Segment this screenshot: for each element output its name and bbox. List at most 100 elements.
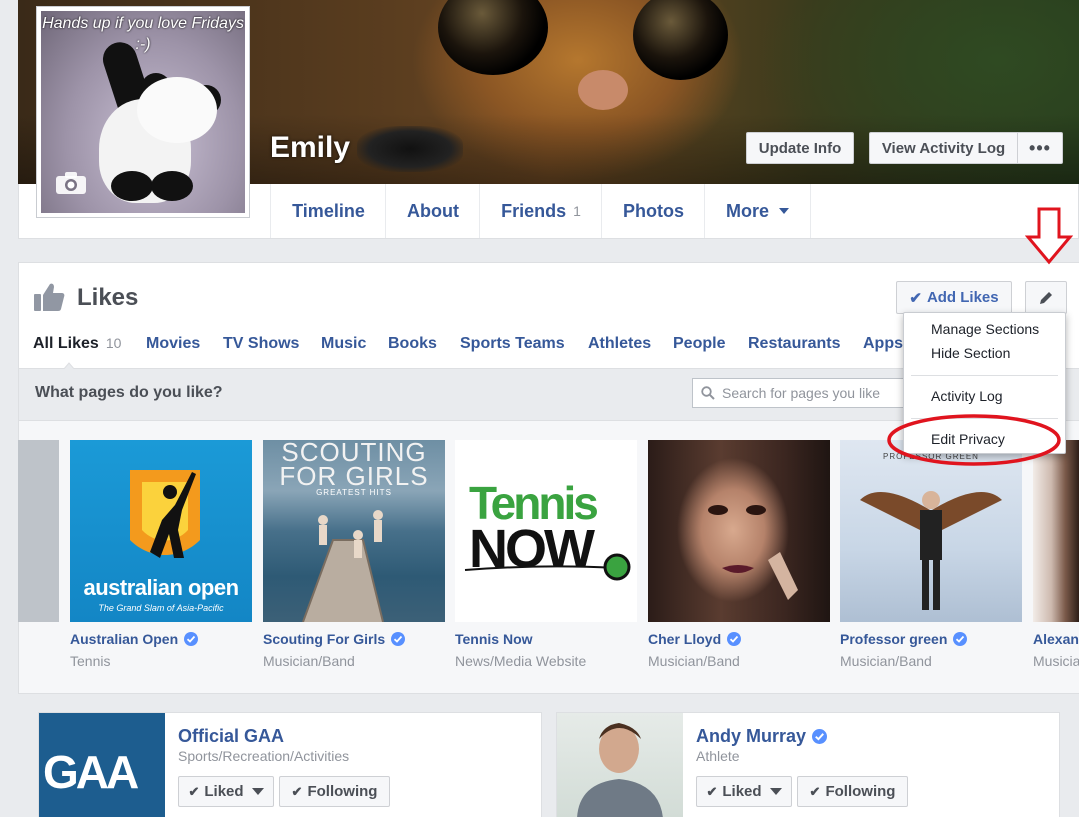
liked-button[interactable]: ✔ Liked xyxy=(696,776,792,807)
all-likes-count: 10 xyxy=(105,335,122,351)
menu-item-hide-section[interactable]: Hide Section xyxy=(904,343,1065,367)
tab-label: About xyxy=(407,200,459,221)
following-button[interactable]: ✔ Following xyxy=(279,776,390,807)
page-name-text: Australian Open xyxy=(70,631,179,647)
page-card-image[interactable]: GAA xyxy=(39,713,165,817)
page-card-name[interactable]: Andy Murray xyxy=(696,726,828,747)
page-name-text: Scouting For Girls xyxy=(263,631,386,647)
profile-picture-caption: Hands up if you love Fridays :-) xyxy=(42,15,244,53)
search-pages-input[interactable]: Search for pages you like xyxy=(692,378,912,408)
friends-count: 1 xyxy=(573,203,581,219)
likes-tab-people[interactable]: People xyxy=(673,335,725,353)
liked-page-card[interactable]: Cher Lloyd Musician/Band xyxy=(648,440,830,669)
tab-friends[interactable]: Friends 1 xyxy=(479,184,602,238)
likes-tab-books[interactable]: Books xyxy=(388,335,437,353)
liked-page-name[interactable]: Australian Open xyxy=(70,631,252,647)
menu-item-manage-sections[interactable]: Manage Sections xyxy=(904,319,1065,343)
liked-page-card[interactable]: SCOUTING FOR GIRLS GREATEST HITS Scoutin… xyxy=(263,440,445,669)
liked-page-image[interactable] xyxy=(648,440,830,622)
likes-tab-movies[interactable]: Movies xyxy=(146,335,200,353)
liked-page-image[interactable]: PROFESSOR GREEN xyxy=(840,440,1022,622)
camera-icon[interactable] xyxy=(55,171,87,195)
page-card-category: Athlete xyxy=(696,748,740,764)
portrait-photo-icon xyxy=(708,505,798,600)
following-label: Following xyxy=(307,783,378,800)
tab-timeline[interactable]: Timeline xyxy=(270,184,386,238)
page-card-official-gaa: GAA Official GAA Sports/Recreation/Activ… xyxy=(38,712,542,817)
liked-page-card[interactable]: Alexan Musicia xyxy=(1033,440,1079,669)
profile-name[interactable]: Emily xyxy=(270,131,350,165)
likes-tab-music[interactable]: Music xyxy=(321,335,366,353)
page-name-text: Professor green xyxy=(840,631,948,647)
search-placeholder: Search for pages you like xyxy=(722,385,880,401)
tab-label: All Likes xyxy=(33,335,99,352)
add-likes-button[interactable]: ✔ Add Likes xyxy=(896,281,1012,314)
tab-label: Photos xyxy=(623,200,684,221)
liked-button[interactable]: ✔ Liked xyxy=(178,776,274,807)
check-icon: ✔ xyxy=(291,783,303,799)
liked-page-name[interactable]: Scouting For Girls xyxy=(263,631,445,647)
more-options-button[interactable]: ••• xyxy=(1017,132,1063,164)
likes-tab-all-likes[interactable]: All Likes 10 xyxy=(33,335,121,353)
cover-cat-nose xyxy=(578,70,628,110)
verified-badge-icon xyxy=(812,729,828,744)
likes-tab-athletes[interactable]: Athletes xyxy=(588,335,651,353)
update-info-button[interactable]: Update Info xyxy=(746,132,854,164)
cover-cat-eye-left xyxy=(438,0,548,75)
liked-page-image[interactable]: SCOUTING FOR GIRLS GREATEST HITS xyxy=(263,440,445,622)
panda-head xyxy=(137,77,217,143)
tab-about[interactable]: About xyxy=(385,184,480,238)
likes-tab-restaurants[interactable]: Restaurants xyxy=(748,335,840,353)
following-button[interactable]: ✔ Following xyxy=(797,776,908,807)
edit-section-button[interactable] xyxy=(1025,281,1067,314)
panda-leg xyxy=(111,171,153,201)
liked-label: Liked xyxy=(204,783,244,800)
liked-page-name[interactable]: Professor green xyxy=(840,631,1022,647)
liked-page-category: News/Media Website xyxy=(455,653,587,669)
page-card-image[interactable] xyxy=(557,713,683,817)
liked-page-name[interactable]: Alexan xyxy=(1033,631,1079,647)
likes-tab-sports-teams[interactable]: Sports Teams xyxy=(460,335,565,353)
art-title: australian open xyxy=(83,575,239,600)
chevron-down-icon xyxy=(779,208,789,214)
page-card-andy-murray: Andy Murray Athlete ✔ Liked ✔ Following xyxy=(556,712,1060,817)
page-name-text: Andy Murray xyxy=(696,726,807,746)
liked-page-image[interactable]: australian open The Grand Slam of Asia-P… xyxy=(70,440,252,622)
chevron-down-icon xyxy=(769,788,782,795)
profile-picture[interactable]: Hands up if you love Fridays :-) xyxy=(36,6,250,218)
liked-page-card[interactable]: Tennis NOW Tennis Now News/Media Website xyxy=(455,440,637,669)
liked-page-image[interactable] xyxy=(1033,440,1079,622)
previous-card-edge xyxy=(18,440,59,622)
liked-page-card[interactable]: PROFESSOR GREEN Professor green Musician… xyxy=(840,440,1022,669)
liked-page-name[interactable]: Cher Lloyd xyxy=(648,631,830,647)
page-card-name[interactable]: Official GAA xyxy=(178,726,284,747)
gaa-logo: GAA xyxy=(43,746,139,798)
tab-more[interactable]: More xyxy=(704,184,811,238)
pier-photo-icon xyxy=(302,510,384,622)
tab-photos[interactable]: Photos xyxy=(601,184,705,238)
red-circle-annotation xyxy=(887,414,1061,466)
tab-label: More xyxy=(725,200,769,221)
art-subtitle: GREATEST HITS xyxy=(316,488,392,497)
view-activity-log-button[interactable]: View Activity Log xyxy=(869,132,1018,164)
check-icon: ✔ xyxy=(188,783,200,799)
profile-picture-image: Hands up if you love Fridays :-) xyxy=(41,11,245,213)
verified-badge-icon xyxy=(727,632,742,646)
likes-tab-tv-shows[interactable]: TV Shows xyxy=(223,335,299,353)
art-title: SCOUTING FOR GIRLS xyxy=(279,440,429,491)
australian-open-logo-icon xyxy=(130,470,200,558)
verified-badge-icon xyxy=(184,632,199,646)
menu-divider xyxy=(911,375,1058,376)
verified-badge-icon xyxy=(391,632,406,646)
menu-item-activity-log[interactable]: Activity Log xyxy=(904,386,1065,410)
liked-page-card[interactable]: australian open The Grand Slam of Asia-P… xyxy=(70,440,252,669)
red-arrow-annotation-icon xyxy=(1025,207,1073,265)
liked-page-category: Musicia xyxy=(1033,653,1079,669)
liked-page-category: Musician/Band xyxy=(648,653,740,669)
chevron-down-icon xyxy=(251,788,264,795)
liked-label: Liked xyxy=(722,783,762,800)
likes-tab-apps[interactable]: Apps xyxy=(863,335,903,353)
liked-page-image[interactable]: Tennis NOW xyxy=(455,440,637,622)
page-card-category: Sports/Recreation/Activities xyxy=(178,748,350,764)
liked-page-name[interactable]: Tennis Now xyxy=(455,631,637,647)
